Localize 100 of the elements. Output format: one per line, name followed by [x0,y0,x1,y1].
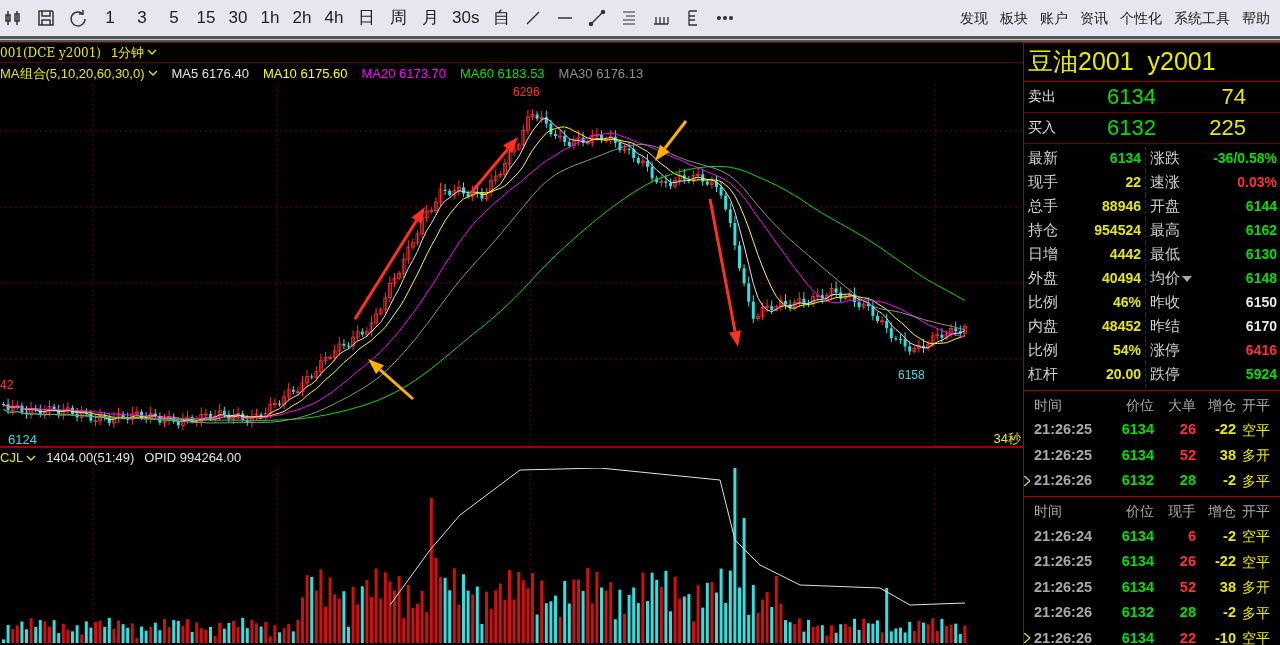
stat-value: 22 [1125,173,1141,192]
ma-group-dropdown[interactable]: MA组合(5,10,20,60,30,0) [0,63,158,84]
caret-icon [26,454,37,462]
open-interest-change: -2 [1222,471,1236,491]
stat-label: 涨停 [1150,340,1180,361]
period-button[interactable]: 自 [491,5,512,31]
trade-price: 6134 [1120,420,1154,440]
trade-size: 52 [1178,577,1196,597]
menu-item[interactable]: 个性化 [1120,7,1162,29]
trade-time: 21:26:25 [1033,445,1094,465]
ma-reading: MA10 6175.60 [262,64,348,83]
stat-value: 954524 [1094,221,1141,240]
period-button[interactable]: 30s [452,5,480,31]
trade-type: 多开 [1241,446,1271,466]
menu-item[interactable]: 发现 [960,7,988,29]
column-header: 开平 [1241,395,1271,415]
arrow [655,120,688,161]
countdown-label: 34秒 [993,430,1021,448]
period-button[interactable]: 30 [228,5,248,31]
stat-value: 6134 [1109,149,1141,168]
stat-label: 比例 [1028,292,1058,313]
trade-size: 52 [1178,445,1196,465]
trade-size: 6 [1186,526,1196,546]
period-button[interactable]: 4h [324,5,344,31]
trade-size: 22 [1178,628,1196,645]
column-header: 大单 [1167,395,1196,415]
period-button[interactable]: 1 [100,5,120,31]
menu-item[interactable]: 板块 [1000,7,1028,29]
trade-type: 空平 [1241,420,1271,440]
trade-price: 6134 [1120,526,1154,546]
period-dropdown[interactable]: 1分钟 [110,42,158,63]
trade-type: 空平 [1241,527,1271,547]
menu-item[interactable]: 账户 [1040,7,1068,29]
stat-value: 6130 [1245,245,1277,264]
arrow [368,359,414,401]
trade-size: 28 [1178,471,1196,491]
book-volume: 74 [1220,83,1246,111]
book-price: 6134 [1106,83,1156,111]
segment-icon[interactable] [587,8,608,28]
stat-label: 跌停 [1150,364,1180,385]
book-label: 卖出 [1027,87,1057,106]
open-interest-reading: OPID 994264.00 [144,449,242,468]
stat-value: 4442 [1109,245,1141,264]
stat-value: 5924 [1245,365,1277,384]
trade-type: 多平 [1241,603,1271,623]
stat-label: 涨跌 [1150,148,1180,169]
trade-type: 空平 [1241,552,1271,572]
open-interest-change: 38 [1218,577,1236,597]
period-button[interactable]: 日 [356,5,376,31]
column-header: 时间 [1033,502,1063,521]
stat-value: -36/0.58% [1213,149,1277,168]
stat-label: 均价 [1150,268,1180,289]
trade-time: 21:26:26 [1033,471,1094,491]
period-button[interactable]: 月 [420,5,440,31]
stat-value: 88946 [1102,197,1141,216]
stat-value: 40494 [1102,269,1141,288]
period-button[interactable]: 1h [260,5,280,31]
instrument-label: 001(DCE y2001) [0,44,101,62]
column-header: 时间 [1033,395,1063,415]
column-header: 增仓 [1207,502,1236,521]
dropdown-icon[interactable] [1182,275,1192,282]
trade-price: 6132 [1120,471,1154,491]
menu-item[interactable]: 帮助 [1242,7,1270,29]
period-button[interactable]: 3 [132,5,152,31]
trade-price: 6134 [1120,628,1154,645]
ma-reading: MA20 6173.70 [361,64,447,83]
menu-item[interactable]: 系统工具 [1174,7,1230,29]
trade-size: 26 [1178,420,1196,440]
price-label: 42 [0,377,14,394]
open-interest-change: -2 [1222,603,1236,623]
stat-label: 最新 [1028,148,1058,169]
arrow [468,137,518,195]
refresh-icon[interactable] [68,8,88,28]
period-button[interactable]: 15 [196,5,216,31]
open-interest-change: -10 [1214,628,1236,645]
period-button[interactable]: 周 [388,5,408,31]
stat-value: 6170 [1245,317,1277,336]
volume-reading: 1404.00(51:49) [46,449,135,468]
stat-label: 内盘 [1028,316,1058,337]
stat-label: 持仓 [1028,220,1058,241]
period-button[interactable]: 5 [164,5,184,31]
indicator-dropdown[interactable]: CJL [0,448,37,468]
book-price: 6132 [1106,114,1156,142]
trade-size: 28 [1178,603,1196,623]
save-icon[interactable] [36,8,56,28]
stat-value: 48452 [1102,317,1141,336]
stat-label: 开盘 [1150,196,1180,217]
book-label: 买入 [1027,118,1057,137]
column-header: 价位 [1125,502,1154,521]
trade-time: 21:26:25 [1033,552,1094,572]
ma-reading: MA60 6183.53 [460,64,545,83]
open-interest-change: -22 [1214,420,1236,440]
stat-label: 日增 [1028,244,1058,265]
stat-label: 比例 [1028,340,1058,361]
period-button[interactable]: 2h [292,5,312,31]
stat-label: 昨结 [1150,316,1180,337]
menu-item[interactable]: 资讯 [1080,7,1108,29]
caret-icon [147,49,158,56]
open-interest-change: -2 [1222,526,1236,546]
stat-label: 现手 [1028,172,1058,193]
